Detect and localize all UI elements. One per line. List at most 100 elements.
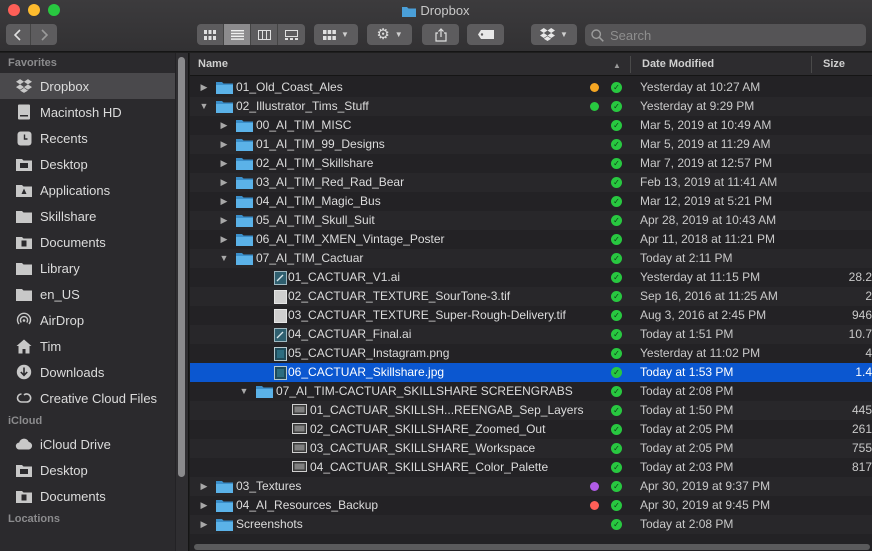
screenshot-file-icon xyxy=(292,442,307,456)
back-button[interactable] xyxy=(6,24,31,45)
disclosure-closed-icon[interactable]: ▶ xyxy=(218,116,230,135)
folder-icon xyxy=(216,100,233,116)
file-name: 03_AI_TIM_Red_Rad_Bear xyxy=(256,175,405,189)
disclosure-closed-icon[interactable]: ▶ xyxy=(218,230,230,249)
sidebar-item-creative-cloud-files[interactable]: Creative Cloud Files xyxy=(0,385,188,411)
sidebar-item-desktop[interactable]: Desktop xyxy=(0,457,188,483)
dropbox-icon xyxy=(14,78,34,94)
disclosure-closed-icon[interactable]: ▶ xyxy=(218,135,230,154)
sidebar-scrollbar[interactable] xyxy=(178,57,185,477)
disclosure-open-icon[interactable]: ▼ xyxy=(198,97,210,116)
disclosure-closed-icon[interactable]: ▶ xyxy=(198,78,210,97)
file-name: 05_AI_TIM_Skull_Suit xyxy=(256,213,375,227)
sidebar-item-desktop[interactable]: Desktop xyxy=(0,151,188,177)
sidebar-item-dropbox[interactable]: Dropbox xyxy=(0,73,188,99)
file-row[interactable]: 02_CACTUAR_SKILLSHARE_Zoomed_Out ✓ Today a… xyxy=(190,420,872,439)
sidebar-item-recents[interactable]: Recents xyxy=(0,125,188,151)
column-name-header[interactable]: Name xyxy=(198,53,228,76)
file-row[interactable]: 01_CACTUAR_SKILLSH...REENGAB_Sep_Layers ✓… xyxy=(190,401,872,420)
share-button[interactable] xyxy=(422,24,459,45)
file-row[interactable]: ▶ 06_AI_TIM_XMEN_Vintage_Poster ✓ Apr 11, 2… xyxy=(190,230,872,249)
sidebar-item-applications[interactable]: Applications xyxy=(0,177,188,203)
file-row[interactable]: 04_CACTUAR_SKILLSHARE_Color_Palette ✓ Toda… xyxy=(190,458,872,477)
disclosure-closed-icon[interactable]: ▶ xyxy=(198,496,210,515)
dropbox-icon xyxy=(540,28,556,41)
sidebar-item-documents[interactable]: Documents xyxy=(0,229,188,255)
file-row[interactable]: 05_CACTUAR_Instagram.png ✓ Yesterday at 11… xyxy=(190,344,872,363)
file-row[interactable]: ▶ 04_AI_TIM_Magic_Bus ✓ Mar 12, 2019 at 5:2… xyxy=(190,192,872,211)
horizontal-scrollbar[interactable] xyxy=(194,544,870,550)
chevron-down-icon: ▼ xyxy=(341,30,349,39)
sidebar-item-airdrop[interactable]: AirDrop xyxy=(0,307,188,333)
file-row[interactable]: ▶ 04_AI_Resources_Backup ✓ Apr 30, 2019 at … xyxy=(190,496,872,515)
file-name: 03_Textures xyxy=(236,479,302,493)
sidebar-item-library[interactable]: Library xyxy=(0,255,188,281)
edit-tags-button[interactable] xyxy=(467,24,504,45)
disclosure-closed-icon[interactable]: ▶ xyxy=(198,515,210,534)
disclosure-open-icon[interactable]: ▼ xyxy=(218,249,230,268)
gallery-view-button[interactable] xyxy=(278,24,305,45)
sidebar-item-macintosh-hd[interactable]: Macintosh HD xyxy=(0,99,188,125)
file-row[interactable]: ▶ 05_AI_TIM_Skull_Suit ✓ Apr 28, 2019 at 10… xyxy=(190,211,872,230)
disclosure-open-icon[interactable]: ▼ xyxy=(238,382,250,401)
file-name: 02_CACTUAR_SKILLSHARE_Zoomed_Out xyxy=(310,422,546,436)
file-size xyxy=(812,78,872,97)
column-size-header[interactable]: Size xyxy=(823,53,845,76)
disclosure-closed-icon[interactable]: ▶ xyxy=(218,154,230,173)
file-row[interactable]: ▼ 07_AI_TIM_Cactuar ✓ Today at 2:11 PM xyxy=(190,249,872,268)
chevron-down-icon: ▼ xyxy=(560,30,568,39)
column-divider[interactable] xyxy=(630,56,631,73)
disclosure-closed-icon[interactable]: ▶ xyxy=(218,173,230,192)
action-menu-button[interactable]: ⚙ ▼ xyxy=(367,24,412,45)
sync-status-icon: ✓ xyxy=(611,329,622,340)
search-field[interactable] xyxy=(585,24,866,46)
file-row[interactable]: ▶ 03_AI_TIM_Red_Rad_Bear ✓ Feb 13, 2019 at … xyxy=(190,173,872,192)
file-row[interactable]: 03_CACTUAR_SKILLSHARE_Workspace ✓ Today at… xyxy=(190,439,872,458)
group-by-button[interactable]: ▼ xyxy=(314,24,358,45)
file-row[interactable]: 03_CACTUAR_TEXTURE_Super-Rough-Delivery.… xyxy=(190,306,872,325)
file-row[interactable]: ▼ 02_Illustrator_Tims_Stuff ✓ Yesterday at … xyxy=(190,97,872,116)
file-row[interactable]: 06_CACTUAR_Skillshare.jpg ✓ Today at 1:53 … xyxy=(190,363,872,382)
forward-button[interactable] xyxy=(31,24,57,45)
file-row[interactable]: ▶ 01_AI_TIM_99_Designs ✓ Mar 5, 2019 at 11:… xyxy=(190,135,872,154)
file-size xyxy=(812,477,872,496)
color-tag-dot xyxy=(590,83,599,92)
sidebar-item-downloads[interactable]: Downloads xyxy=(0,359,188,385)
folder-icon xyxy=(14,260,34,276)
disclosure-closed-icon[interactable]: ▶ xyxy=(218,192,230,211)
file-size: 946 xyxy=(851,308,872,322)
folder-icon xyxy=(14,286,34,302)
file-rows: ▶ 01_Old_Coast_Ales ✓ Yesterday at 10:27 AM… xyxy=(190,78,872,534)
sidebar-item-label: Documents xyxy=(40,234,106,250)
column-view-button[interactable] xyxy=(251,24,278,45)
file-row[interactable]: 01_CACTUAR_V1.ai ✓ Yesterday at 11:15 PM 28… xyxy=(190,268,872,287)
dropbox-menu-button[interactable]: ▼ xyxy=(531,24,577,45)
sidebar-item-documents[interactable]: Documents xyxy=(0,483,188,509)
column-divider[interactable] xyxy=(811,56,812,73)
sidebar-item-skillshare[interactable]: Skillshare xyxy=(0,203,188,229)
search-input[interactable] xyxy=(610,27,850,43)
disclosure-closed-icon[interactable]: ▶ xyxy=(218,211,230,230)
disclosure-closed-icon[interactable]: ▶ xyxy=(198,477,210,496)
file-row[interactable]: ▶ 01_Old_Coast_Ales ✓ Yesterday at 10:27 AM xyxy=(190,78,872,97)
sidebar-item-tim[interactable]: Tim xyxy=(0,333,188,359)
file-row[interactable]: ▶ Screenshots ✓ Today at 2:08 PM xyxy=(190,515,872,534)
file-row[interactable]: ▶ 02_AI_TIM_Skillshare ✓ Mar 7, 2019 at 12:… xyxy=(190,154,872,173)
list-view-button[interactable] xyxy=(224,24,251,45)
sidebar-item-en-us[interactable]: en_US xyxy=(0,281,188,307)
sidebar-item-icloud-drive[interactable]: iCloud Drive xyxy=(0,431,188,457)
file-name: 02_AI_TIM_Skillshare xyxy=(256,156,374,170)
file-name: 07_AI_TIM-CACTUAR_SKILLSHARE SCREENGRABS xyxy=(276,384,573,398)
date-modified: Today at 2:05 PM xyxy=(640,422,734,436)
file-row[interactable]: 02_CACTUAR_TEXTURE_SourTone-3.tif ✓ Sep 16… xyxy=(190,287,872,306)
file-row[interactable]: ▶ 03_Textures ✓ Apr 30, 2019 at 9:37 PM xyxy=(190,477,872,496)
file-size xyxy=(812,116,872,135)
column-date-header[interactable]: Date Modified xyxy=(642,53,714,76)
file-size xyxy=(812,496,872,515)
date-modified: Today at 2:05 PM xyxy=(640,441,734,455)
file-row[interactable]: ▶ 00_AI_TIM_MISC ✓ Mar 5, 2019 at 10:49 AM xyxy=(190,116,872,135)
icon-view-button[interactable] xyxy=(197,24,224,45)
file-row[interactable]: 04_CACTUAR_Final.ai ✓ Today at 1:51 PM 10.7 xyxy=(190,325,872,344)
file-row[interactable]: ▼ 07_AI_TIM-CACTUAR_SKILLSHARE SCREENGRAB… xyxy=(190,382,872,401)
file-name: 05_CACTUAR_Instagram.png xyxy=(288,346,450,360)
